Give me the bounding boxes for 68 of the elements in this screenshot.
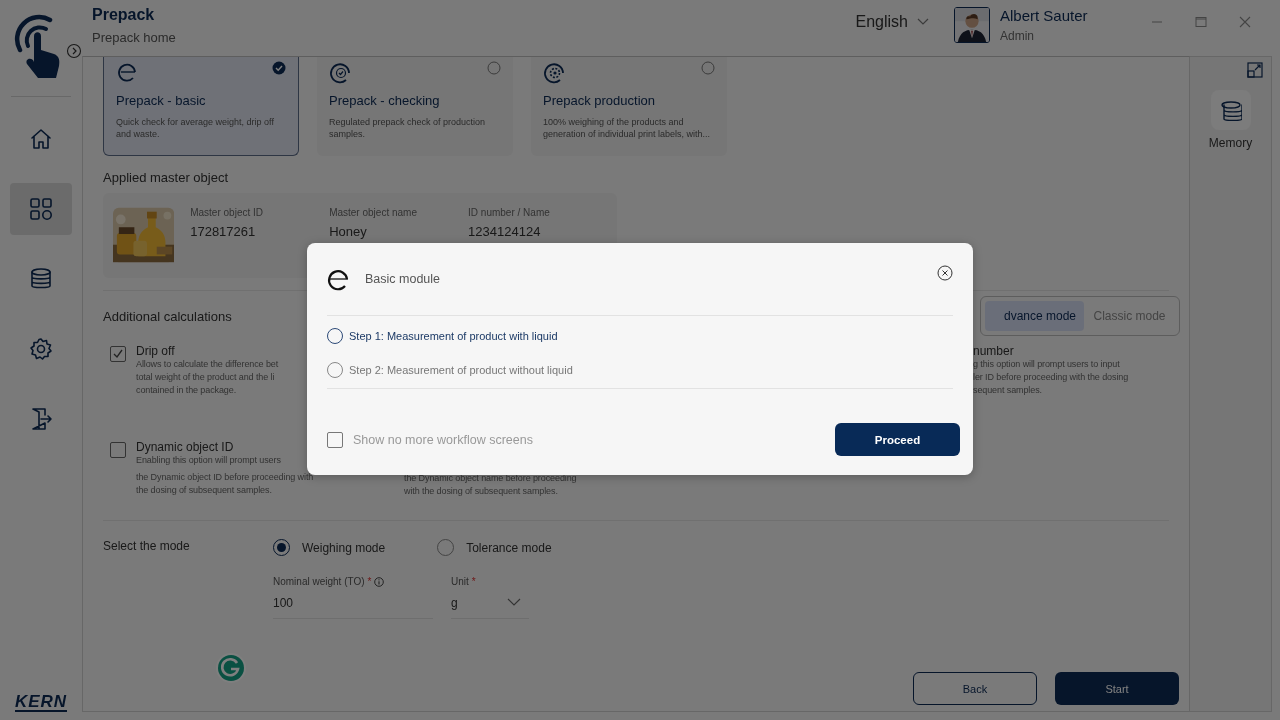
nav-button[interactable] xyxy=(10,183,72,235)
gear-badge-icon xyxy=(543,61,567,85)
back-button[interactable]: Back xyxy=(913,672,1037,705)
field-label: Master object name xyxy=(329,207,418,218)
memory-label: Memory xyxy=(1208,136,1253,150)
option-description: with the dosing of subsequent samples. xyxy=(404,485,559,498)
option-description: Allows to calculate the difference bet xyxy=(136,358,279,371)
user-name: Albert Sauter xyxy=(1000,7,1089,24)
dialog-title: Basic module xyxy=(365,272,442,286)
input-field[interactable]: 100 xyxy=(273,587,433,619)
field-label: ID number / Name xyxy=(468,207,551,218)
option-title: Drip off xyxy=(136,344,176,358)
database-icon xyxy=(1219,99,1242,121)
option-description: contained in the package. xyxy=(136,384,238,397)
section-heading: Applied master object xyxy=(103,170,229,185)
checkbox[interactable] xyxy=(110,346,126,362)
extension-badge-icon[interactable] xyxy=(215,652,247,684)
apps-icon xyxy=(28,196,54,222)
checkbox[interactable] xyxy=(327,431,343,448)
maximize-icon[interactable] xyxy=(1194,15,1208,29)
page-subtitle: Prepack home xyxy=(92,30,177,45)
chevron-down-icon xyxy=(916,17,930,27)
field-value: 1234124124 xyxy=(468,224,542,239)
memory-button[interactable] xyxy=(1210,90,1251,130)
unit-select[interactable]: g xyxy=(451,587,529,619)
user-role: Admin xyxy=(1000,29,1035,43)
option-description: sequent samples. xyxy=(973,384,1043,397)
required-mark: * xyxy=(367,576,372,587)
option-title: number xyxy=(973,344,1015,358)
e-logo-icon xyxy=(327,267,351,291)
option-description: Enabling this option will prompt users xyxy=(136,454,282,467)
field-value: Honey xyxy=(329,224,368,239)
radio-label: Tolerance mode xyxy=(466,540,552,555)
checkbox[interactable] xyxy=(110,442,126,458)
chevron-down-icon xyxy=(507,598,521,607)
step-label: Step 1: Measurement of product with liquid xyxy=(349,330,558,342)
field-label: Unit xyxy=(451,576,469,587)
section-label: Select the mode xyxy=(103,539,191,555)
module-card[interactable]: Prepack - checking Regulated prepack check of production samples. xyxy=(317,57,513,156)
expand-icon[interactable] xyxy=(66,43,82,59)
module-card[interactable]: Prepack - basic Quick check for average weight, drip off and waste. xyxy=(103,57,299,156)
expand-icon[interactable] xyxy=(1247,62,1263,78)
page-title: Prepack xyxy=(92,6,156,24)
check-icon xyxy=(112,348,124,360)
home-icon xyxy=(28,126,54,152)
toggle-option[interactable]: dvance mode xyxy=(985,301,1084,331)
option-description: total weight of the product and the li xyxy=(136,371,276,384)
field-label: Master object ID xyxy=(190,207,264,218)
language-select[interactable]: English xyxy=(855,13,930,31)
step-label: Step 2: Measurement of product without liquid xyxy=(349,364,573,376)
check-badge-icon xyxy=(329,61,353,85)
field-value: 172817261 xyxy=(190,224,257,239)
checkbox-label: Show no more workflow screens xyxy=(353,432,534,447)
option-description: the dosing of subsequent samples. xyxy=(136,484,273,497)
brand-logo: KERN xyxy=(14,694,68,712)
close-icon[interactable] xyxy=(937,265,953,281)
required-mark: * xyxy=(471,576,476,587)
field-label: Nominal weight (TO) xyxy=(273,576,365,587)
settings-icon xyxy=(28,336,54,362)
proceed-button[interactable]: Proceed xyxy=(835,423,960,456)
module-card[interactable]: Prepack production 100% weighing of the products and generation of individual print labels, with... xyxy=(531,57,727,156)
option-description: g this option will prompt users to input xyxy=(973,358,1121,371)
section-heading: Additional calculations xyxy=(103,308,232,324)
start-button[interactable]: Start xyxy=(1055,672,1179,705)
option-description: the Dynamic object ID before proceeding with xyxy=(136,471,314,484)
option-title: Dynamic object ID xyxy=(136,440,235,454)
radio-label: Weighing mode xyxy=(302,540,386,555)
option-description: ler ID before proceeding with the dosing xyxy=(973,371,1129,384)
